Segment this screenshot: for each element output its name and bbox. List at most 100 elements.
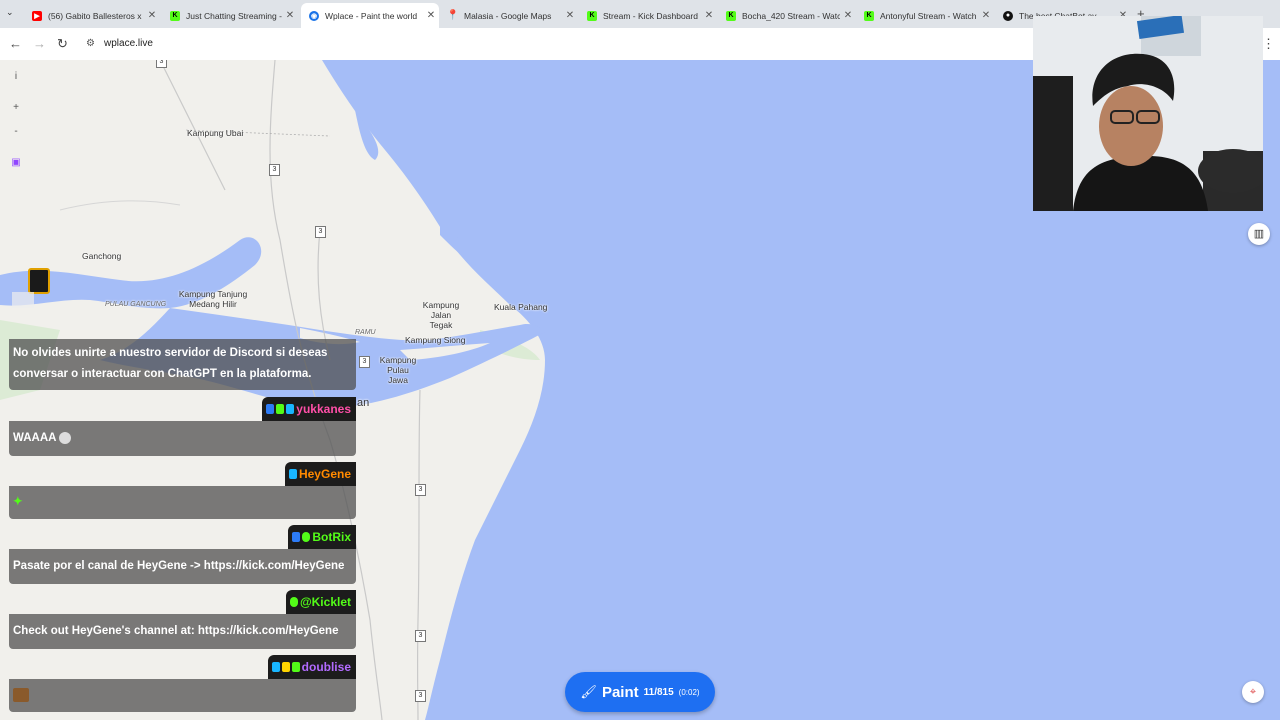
badge-icon — [276, 404, 285, 414]
close-tab-icon[interactable]: ✕ — [840, 10, 856, 21]
place-label: Ganchong — [82, 251, 122, 261]
kick-icon: K — [170, 10, 180, 21]
youtube-icon: ▶ — [32, 10, 42, 21]
badge-icon — [271, 662, 280, 672]
close-tab-icon[interactable]: ✕ — [701, 10, 717, 21]
place-label: Kuala Pahang — [494, 302, 548, 312]
tab-wplace[interactable]: ◉ Wplace - Paint the world ✕ — [301, 3, 439, 28]
painted-pixels — [12, 292, 34, 308]
paint-button[interactable]: 🖌 Paint 11/815 (0:02) — [565, 672, 715, 712]
tab-title: (56) Gabito Ballesteros x — [48, 10, 142, 21]
site-info-icon[interactable]: ⚙ — [86, 38, 95, 49]
route-shield: 3 — [269, 164, 280, 176]
chat-username: yukkanes — [262, 397, 356, 421]
route-shield: 3 — [415, 484, 426, 496]
tab-kick-dashboard[interactable]: K Stream - Kick Dashboard ✕ — [579, 3, 717, 28]
tab-title: Bocha_420 Stream - Watc — [742, 10, 840, 21]
paint-label: Paint — [601, 683, 639, 701]
username-text: BotRix — [312, 530, 351, 544]
tab-title: Malasia - Google Maps — [464, 10, 552, 21]
place-label: Kampung Pulau Jawa — [379, 355, 417, 385]
maps-pin-icon: 📍 — [446, 10, 460, 21]
tab-title: Wplace - Paint the world — [325, 10, 418, 21]
globe-icon: ◉ — [309, 10, 319, 21]
tab-title: Just Chatting Streaming - — [186, 10, 282, 21]
place-label: an — [357, 397, 370, 409]
chat-username: doublise — [267, 655, 356, 679]
place-label: Kampung Jalan Tegak — [422, 300, 460, 330]
address-bar[interactable]: wplace.live — [104, 38, 153, 49]
locate-icon[interactable]: ⌖ — [1242, 681, 1264, 703]
place-label: Kampung Tanjung Medang Hilir — [178, 289, 248, 309]
place-label: Kampung Ubai — [187, 128, 244, 138]
username-text: yukkanes — [296, 402, 351, 416]
badge-icon — [291, 662, 300, 672]
chat-message: Check out HeyGene's channel at: https://… — [9, 614, 356, 649]
chat-message: WAAAA — [9, 421, 356, 456]
tab-search-chevron-icon[interactable]: ⌄ — [6, 7, 14, 18]
leaderboard-icon[interactable]: ▥ — [1248, 223, 1270, 245]
github-icon: ● — [1003, 10, 1013, 21]
username-text: HeyGene — [298, 467, 351, 481]
route-shield: 3 — [415, 630, 426, 642]
tab-just-chatting[interactable]: K Just Chatting Streaming - ✕ — [162, 3, 298, 28]
forward-arrow-icon[interactable]: → — [33, 36, 46, 51]
kick-icon: K — [587, 10, 597, 21]
back-arrow-icon[interactable]: ← — [9, 36, 22, 51]
chat-message: ✦ — [9, 486, 356, 519]
chat-message-text: Pasate por el canal de HeyGene -> https:… — [13, 560, 345, 572]
place-label: Kampung Siong — [405, 335, 466, 345]
paint-timer: (0:02) — [678, 687, 700, 697]
painted-pixels — [28, 268, 50, 294]
tab-youtube[interactable]: ▶ (56) Gabito Ballesteros x ✕ — [24, 3, 160, 28]
tab-bocha[interactable]: K Bocha_420 Stream - Watc ✕ — [718, 3, 856, 28]
chat-message-text: No olvides unirte a nuestro servidor de … — [13, 347, 328, 380]
username-text: doublise — [301, 660, 351, 674]
username-text: @Kicklet — [299, 595, 351, 609]
route-shield: 3 — [156, 60, 167, 68]
close-tab-icon[interactable]: ✕ — [562, 10, 578, 21]
chat-username: BotRix — [288, 525, 356, 549]
kick-icon: K — [864, 10, 874, 21]
chat-username: HeyGene — [284, 462, 356, 486]
chat-message-text: WAAAA — [13, 432, 57, 444]
route-shield: 3 — [359, 356, 370, 368]
badge-icon — [266, 404, 275, 414]
tab-title: Antonyful Stream - Watch — [880, 10, 977, 21]
place-label: RAMU — [355, 329, 376, 336]
chat-message-text: Check out HeyGene's channel at: https://… — [13, 625, 339, 637]
badge-icon — [302, 532, 311, 542]
place-label: PULAU GANCUNG — [105, 301, 167, 308]
close-tab-icon[interactable]: ✕ — [144, 10, 160, 21]
emote-icon — [13, 687, 29, 702]
chat-message — [9, 679, 356, 712]
route-shield: 3 — [315, 226, 326, 238]
tab-antonyful[interactable]: K Antonyful Stream - Watch ✕ — [856, 3, 994, 28]
close-tab-icon[interactable]: ✕ — [282, 10, 298, 21]
brush-icon: 🖌 — [580, 684, 597, 699]
badge-icon — [286, 404, 295, 414]
zoom-in-icon[interactable]: + — [8, 100, 24, 116]
webcam-overlay — [1033, 16, 1263, 211]
emote-icon — [59, 431, 72, 444]
twitch-icon[interactable]: ▣ — [8, 155, 24, 171]
badge-icon — [292, 532, 301, 542]
tab-google-maps[interactable]: 📍 Malasia - Google Maps ✕ — [440, 3, 578, 28]
paint-charges-count: 11/815 — [643, 686, 674, 698]
close-tab-icon[interactable]: ✕ — [423, 10, 439, 21]
badge-icon — [288, 469, 297, 479]
zoom-out-icon[interactable]: - — [8, 124, 24, 140]
route-shield: 3 — [415, 690, 426, 702]
chat-username: @Kicklet — [285, 590, 356, 614]
badge-icon — [281, 662, 290, 672]
info-icon[interactable]: i — [8, 69, 24, 85]
close-tab-icon[interactable]: ✕ — [978, 10, 994, 21]
streamer-webcam-image — [1033, 16, 1263, 211]
sparkle-emote-icon: ✦ — [13, 496, 23, 508]
browser-menu-icon[interactable]: ⋮ — [1262, 36, 1275, 52]
kick-icon: K — [726, 10, 736, 21]
tab-title: Stream - Kick Dashboard — [603, 10, 698, 21]
reload-icon[interactable]: ↻ — [57, 36, 68, 52]
chat-message: Pasate por el canal de HeyGene -> https:… — [9, 549, 356, 584]
chat-message: No olvides unirte a nuestro servidor de … — [9, 339, 356, 390]
